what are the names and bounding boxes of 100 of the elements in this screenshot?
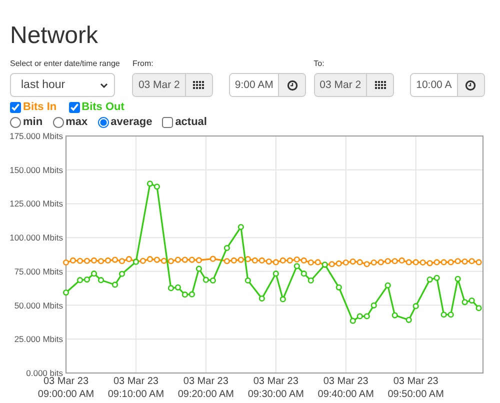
page-title: Network bbox=[10, 21, 100, 50]
point bbox=[266, 258, 272, 265]
point bbox=[370, 302, 377, 308]
x-axis-label: 03 Mar 23 09:20:00 AM bbox=[176, 375, 235, 401]
calendar-button[interactable] bbox=[186, 74, 212, 96]
calendar-icon bbox=[193, 80, 204, 90]
point bbox=[154, 256, 160, 263]
time-field[interactable]: 10:00 A bbox=[411, 74, 458, 96]
point bbox=[412, 259, 419, 266]
point bbox=[378, 259, 384, 266]
mode-checkbox[interactable] bbox=[162, 116, 174, 128]
point bbox=[90, 257, 98, 264]
from-label: From: bbox=[132, 58, 154, 69]
point bbox=[210, 256, 216, 262]
point bbox=[168, 285, 174, 292]
point bbox=[454, 258, 461, 264]
point bbox=[154, 184, 160, 190]
clock-icon bbox=[465, 80, 476, 90]
x-axis-label: 03 Mar 23 09:50:00 AM bbox=[386, 375, 445, 401]
point bbox=[468, 258, 475, 264]
point bbox=[210, 277, 216, 284]
point bbox=[196, 257, 202, 264]
point bbox=[448, 312, 454, 318]
point bbox=[434, 274, 440, 281]
x-axis-label: 03 Mar 23 09:30:00 AM bbox=[246, 375, 305, 401]
y-axis-label: 25.000 Mbits bbox=[14, 334, 63, 344]
point bbox=[384, 258, 391, 264]
point bbox=[238, 224, 244, 230]
y-axis-label: 125.000 Mbits bbox=[10, 198, 63, 209]
point bbox=[272, 270, 279, 277]
point bbox=[342, 259, 349, 266]
mode-label: max bbox=[66, 116, 88, 128]
point bbox=[258, 295, 265, 302]
calendar-button[interactable] bbox=[367, 74, 394, 96]
series-checkbox[interactable] bbox=[68, 102, 80, 112]
mode-label: actual bbox=[175, 116, 207, 128]
clock-button[interactable] bbox=[279, 74, 306, 96]
point bbox=[188, 291, 195, 298]
point bbox=[90, 270, 98, 277]
clock-icon bbox=[286, 80, 298, 90]
point bbox=[126, 256, 132, 262]
point bbox=[62, 259, 70, 266]
point bbox=[336, 284, 342, 290]
point bbox=[406, 259, 412, 266]
point bbox=[294, 256, 300, 263]
y-axis-label: 175.000 Mbits bbox=[10, 131, 63, 141]
point bbox=[350, 258, 356, 265]
y-axis-label: 150.000 Mbits bbox=[10, 164, 63, 175]
range-select[interactable]: last hour bbox=[10, 73, 115, 97]
point bbox=[398, 257, 405, 264]
point bbox=[384, 282, 391, 288]
chevron-down-icon bbox=[100, 82, 108, 88]
point bbox=[308, 259, 314, 266]
point bbox=[426, 276, 433, 283]
point bbox=[280, 257, 286, 264]
clock-button[interactable] bbox=[458, 74, 484, 96]
mode-radio[interactable] bbox=[10, 116, 21, 128]
point bbox=[364, 261, 370, 268]
point bbox=[76, 258, 84, 264]
mode-radio[interactable] bbox=[52, 116, 64, 128]
point bbox=[476, 305, 482, 312]
point bbox=[420, 259, 426, 266]
y-axis-label: 100.000 Mbits bbox=[10, 232, 63, 243]
point bbox=[140, 258, 146, 264]
point bbox=[168, 258, 174, 264]
point bbox=[238, 256, 244, 263]
date-field[interactable]: 03 Mar 2 bbox=[314, 74, 368, 96]
time-field[interactable]: 9:00 AM bbox=[230, 74, 280, 96]
point bbox=[280, 296, 286, 302]
point bbox=[392, 258, 398, 264]
range-label: Select or enter date/time range bbox=[10, 58, 120, 69]
point bbox=[426, 260, 433, 266]
date-field[interactable]: 03 Mar 2 bbox=[133, 74, 186, 96]
x-axis-label: 03 Mar 23 09:40:00 AM bbox=[316, 375, 375, 401]
point bbox=[350, 318, 356, 324]
point bbox=[252, 257, 258, 264]
y-axis-label: 50.000 Mbits bbox=[14, 300, 63, 310]
point bbox=[76, 277, 84, 284]
point bbox=[160, 258, 168, 264]
series-checkbox[interactable] bbox=[10, 102, 21, 112]
point bbox=[258, 257, 265, 264]
point bbox=[440, 259, 447, 266]
point bbox=[230, 257, 237, 264]
point bbox=[462, 299, 468, 306]
mode-label: min bbox=[23, 116, 43, 128]
series-label: Bits Out bbox=[82, 101, 124, 113]
point bbox=[224, 244, 230, 252]
to-label: To: bbox=[314, 58, 324, 69]
point bbox=[300, 270, 307, 277]
point bbox=[98, 258, 104, 264]
point bbox=[406, 316, 412, 323]
point bbox=[98, 277, 104, 284]
point bbox=[196, 266, 202, 272]
point bbox=[364, 313, 370, 320]
point bbox=[356, 313, 363, 320]
point bbox=[182, 256, 188, 263]
point bbox=[182, 292, 188, 298]
point bbox=[336, 260, 342, 266]
point bbox=[370, 259, 377, 266]
mode-radio[interactable] bbox=[98, 116, 109, 128]
